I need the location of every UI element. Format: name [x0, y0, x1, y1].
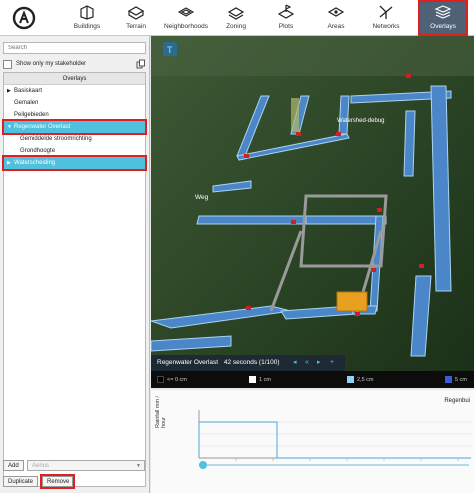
- toolbar-buildings-label: Buildings: [73, 23, 101, 30]
- legend-swatch: [249, 376, 256, 383]
- expand-arrow-icon[interactable]: ▶: [7, 157, 11, 169]
- overlay-status-bar: Regenwater Overlast 42 seconds (1/100) ◂…: [151, 355, 345, 371]
- rewind-icon[interactable]: «: [305, 355, 309, 371]
- dropdown-value: Aerius: [32, 463, 50, 469]
- overlays-tree-header: Overlays: [4, 73, 145, 85]
- copy-icon[interactable]: [136, 59, 146, 69]
- overlay-type-dropdown[interactable]: Aerius ▼: [27, 460, 145, 471]
- terrain-icon: [127, 6, 145, 20]
- tree-item-waterscheiding[interactable]: ▶ Waterscheiding: [2, 155, 147, 171]
- toolbar-areas-label: Areas: [327, 23, 345, 30]
- collapse-arrow-icon[interactable]: ▼: [7, 121, 12, 133]
- networks-icon: [379, 5, 393, 19]
- areas-icon: [327, 7, 345, 17]
- overlay-name: Regenwater Overlast: [157, 359, 219, 366]
- toolbar-buildings-button[interactable]: Buildings: [63, 2, 111, 34]
- rainfall-graph: [198, 410, 471, 461]
- legend-label: 2,5 cm: [357, 377, 374, 383]
- building-icon: [80, 5, 94, 20]
- expand-arrow-icon[interactable]: ▶: [7, 85, 11, 97]
- left-panel: Show only my stakeholder Overlays ▶ Basi…: [0, 36, 150, 493]
- tree-item-label: Gemiddelde stroomrichting: [20, 136, 92, 142]
- step-back-icon[interactable]: ◂: [293, 355, 297, 371]
- legend-swatch: [445, 376, 452, 383]
- tree-item-label: Gemalen: [14, 100, 39, 106]
- overlays-icon: [434, 5, 452, 19]
- tree-item-label: Regenwater Overlast: [14, 124, 71, 130]
- toolbar-terrain-label: Terrain: [126, 23, 146, 30]
- main-toolbar: Buildings Terrain Neighborhoods Zoning P…: [0, 0, 474, 36]
- tree-item-gemalen[interactable]: Gemalen: [4, 97, 145, 109]
- toolbar-neighborhoods-label: Neighborhoods: [163, 23, 209, 30]
- weg-label: Weg: [195, 194, 209, 201]
- time-slider-handle[interactable]: [199, 461, 207, 469]
- overlays-tree: Overlays ▶ Basiskaart Gemalen Peilgebied…: [2, 72, 147, 487]
- tree-item-grondhoogte[interactable]: Grondhoogte: [4, 145, 145, 157]
- simulation-time: 42 seconds (1/100): [223, 359, 280, 366]
- time-slider-track[interactable]: [199, 464, 469, 466]
- toolbar-zoning-label: Zoning: [226, 23, 246, 30]
- svg-text:T: T: [167, 45, 173, 55]
- legend-label: 5 cm: [455, 377, 467, 383]
- overlay-actions: Add Aerius ▼ Duplicate Remove: [3, 460, 146, 490]
- zoning-icon: [227, 7, 245, 20]
- add-button[interactable]: Add: [3, 460, 24, 471]
- rainfall-graph-panel: Regenbui Rainfall mm / hour: [151, 390, 474, 493]
- tree-item-gemiddelde-stroomrichting[interactable]: Gemiddelde stroomrichting: [4, 133, 145, 145]
- forward-icon[interactable]: ▸: [317, 355, 321, 371]
- map-viewport[interactable]: T Watershed-debug Weg: [151, 36, 474, 388]
- legend-label: <= 0 cm: [167, 377, 187, 383]
- legend-swatch: [157, 376, 164, 383]
- toolbar-areas-button[interactable]: Areas: [312, 2, 360, 34]
- tree-item-label: Basiskaart: [14, 88, 43, 94]
- search-input[interactable]: [3, 42, 146, 54]
- toolbar-networks-label: Networks: [372, 23, 400, 30]
- tree-item-label: Peilgebieden: [14, 112, 49, 118]
- legend-swatch: [347, 376, 354, 383]
- remove-button[interactable]: Remove: [40, 474, 75, 489]
- toolbar-overlays-label: Overlays: [430, 23, 456, 30]
- duplicate-button[interactable]: Duplicate: [3, 476, 39, 487]
- tree-item-basiskaart[interactable]: ▶ Basiskaart: [4, 85, 145, 97]
- stakeholder-checkbox[interactable]: [3, 60, 12, 69]
- tree-item-label: Waterscheiding: [14, 160, 56, 166]
- viewport-scene: T: [151, 36, 474, 388]
- toolbar-plots-label: Plots: [278, 23, 294, 30]
- watershed-debug-label: Watershed-debug: [337, 118, 385, 124]
- overlay-legend: <= 0 cm 1 cm 2,5 cm 5 cm: [151, 371, 474, 388]
- stakeholder-label: Show only my stakeholder: [16, 61, 87, 67]
- stakeholder-filter: Show only my stakeholder: [3, 59, 146, 71]
- toolbar-neighborhoods-button[interactable]: Neighborhoods: [162, 2, 210, 34]
- chevron-down-icon: ▼: [136, 463, 141, 469]
- app-logo-icon[interactable]: [12, 6, 36, 30]
- tree-item-label: Grondhoogte: [20, 148, 56, 154]
- tree-item-peilgebieden[interactable]: Peilgebieden: [4, 109, 145, 121]
- toolbar-networks-button[interactable]: Networks: [362, 2, 410, 34]
- toolbar-zoning-button[interactable]: Zoning: [212, 2, 260, 34]
- toolbar-overlays-button[interactable]: Overlays: [418, 0, 468, 36]
- tree-item-regenwater-overlast[interactable]: ▼ Regenwater Overlast: [2, 119, 147, 135]
- neighborhoods-icon: [177, 7, 195, 17]
- toolbar-plots-button[interactable]: Plots: [262, 2, 310, 34]
- legend-label: 1 cm: [259, 377, 271, 383]
- add-icon[interactable]: +: [330, 355, 334, 371]
- plots-icon: [277, 4, 295, 19]
- toolbar-terrain-button[interactable]: Terrain: [112, 2, 160, 34]
